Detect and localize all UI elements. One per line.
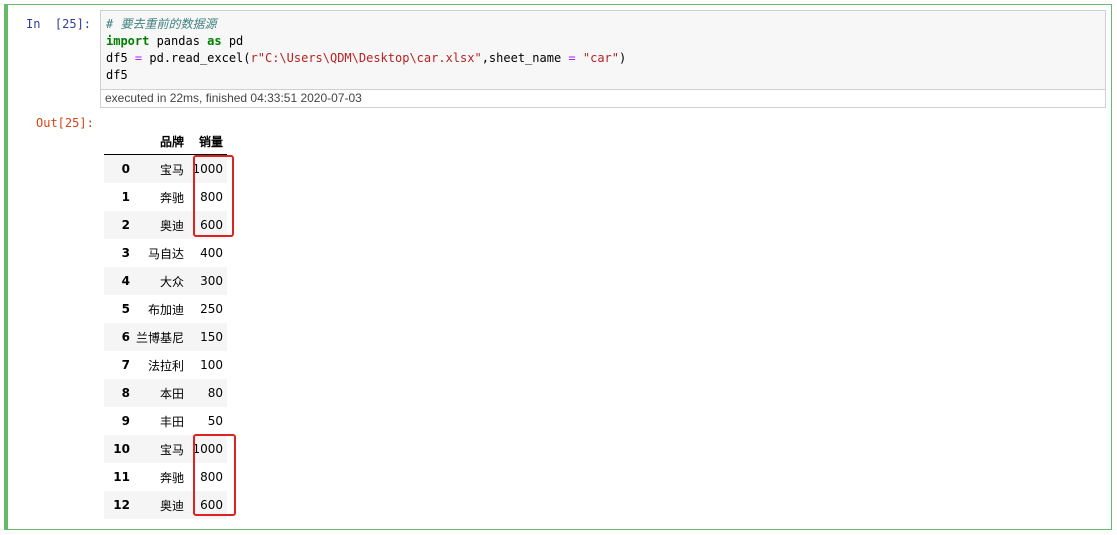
column-header-brand: 品牌 (134, 128, 184, 155)
cell-sales: 300 (200, 274, 223, 288)
row-index: 10 (113, 442, 130, 456)
code-string-path: r"C:\Users\QDM\Desktop\car.xlsx" (250, 51, 482, 65)
code-alias: pd (221, 34, 244, 48)
row-index: 8 (121, 386, 130, 400)
code-var: df5 (106, 51, 135, 65)
code-line-df5: df5 (106, 68, 128, 82)
table-row: 5 布加迪 250 (104, 295, 227, 323)
code-string-sheet: "car" (582, 51, 619, 65)
cell-brand: 布加迪 (147, 302, 184, 317)
code-call: pd.read_excel( (142, 51, 251, 65)
execution-info: executed in 22ms, finished 04:33:51 2020… (100, 90, 1106, 108)
row-index: 5 (121, 302, 130, 316)
code-module: pandas (149, 34, 208, 48)
code-comment: # 要去重前的数据源 (106, 17, 217, 31)
code-text[interactable]: # 要去重前的数据源 import pandas as pd df5 = pd.… (106, 16, 626, 84)
code-keyword-import: import (106, 34, 150, 48)
table-row: 8 本田 80 (104, 379, 227, 407)
cell-brand: 宝马 (159, 442, 184, 457)
row-index: 11 (113, 470, 130, 484)
index-header (104, 128, 134, 155)
cell-sales: 400 (200, 246, 223, 260)
cell-brand: 宝马 (159, 162, 184, 177)
cell-brand: 兰博基尼 (135, 330, 184, 345)
code-arg: ,sheet_name (481, 51, 569, 65)
cell-brand: 奥迪 (159, 498, 184, 513)
row-index: 9 (121, 414, 130, 428)
cell-sales: 50 (207, 414, 223, 428)
row-index: 2 (121, 218, 130, 232)
cell-sales: 250 (200, 302, 223, 316)
row-index: 4 (121, 274, 130, 288)
input-prompt: In [25]: (26, 17, 92, 31)
row-index: 6 (121, 330, 130, 344)
output-prompt: Out[25]: (36, 116, 94, 130)
cell-brand: 丰田 (159, 414, 184, 429)
code-operator-2: = (568, 51, 576, 65)
cell-brand: 本田 (159, 386, 184, 401)
column-header-sales: 销量 (184, 128, 227, 155)
highlight-box-top (193, 155, 234, 237)
cell-brand: 奥迪 (159, 218, 184, 233)
cell-brand: 马自达 (147, 246, 184, 261)
table-row: 6 兰博基尼 150 (104, 323, 227, 351)
table-row: 9 丰田 50 (104, 407, 227, 435)
table-row: 7 法拉利 100 (104, 351, 227, 379)
cell-brand: 奔驰 (159, 190, 184, 205)
row-index: 1 (121, 190, 130, 204)
code-editor[interactable]: # 要去重前的数据源 import pandas as pd df5 = pd.… (100, 10, 1106, 90)
code-keyword-as: as (207, 34, 222, 48)
cell-sales: 100 (200, 358, 223, 372)
highlight-box-bottom (193, 434, 236, 516)
cell-brand: 大众 (159, 274, 184, 289)
cell-sales: 150 (200, 330, 223, 344)
cell-brand: 法拉利 (147, 358, 184, 373)
table-row: 4 大众 300 (104, 267, 227, 295)
row-index: 7 (121, 358, 130, 372)
table-header-row: 品牌 销量 (104, 128, 227, 155)
row-index: 0 (121, 162, 130, 176)
row-index: 12 (113, 498, 130, 512)
cell-brand: 奔驰 (159, 470, 184, 485)
table-row: 3 马自达 400 (104, 239, 227, 267)
code-close-paren: ) (619, 51, 627, 65)
cell-sales: 80 (207, 386, 223, 400)
row-index: 3 (121, 246, 130, 260)
